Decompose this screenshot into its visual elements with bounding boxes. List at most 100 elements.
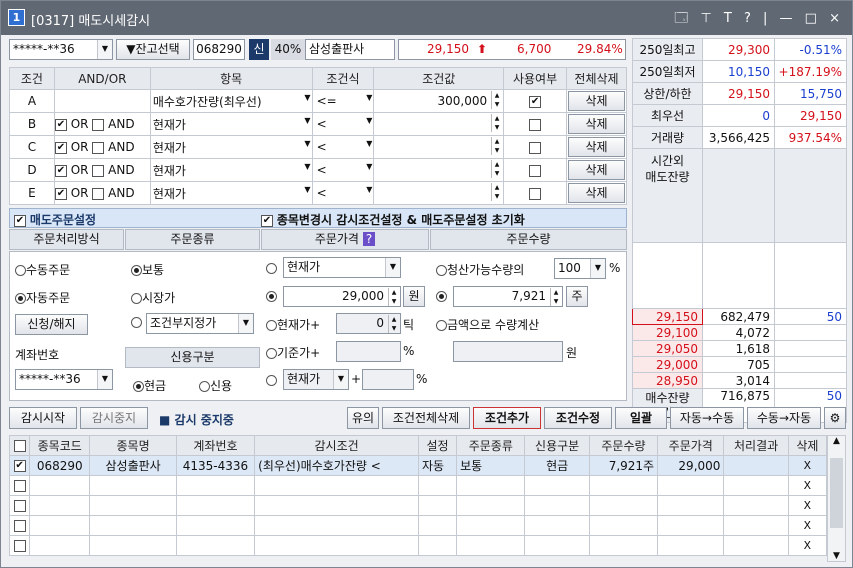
or-checkbox[interactable]: ✔ OR (55, 140, 89, 154)
spinner-icon[interactable]: ▲ ▼ (491, 183, 502, 201)
row-checkbox[interactable]: ✔ (8, 455, 31, 476)
spinner-icon[interactable]: ▲ ▼ (491, 91, 502, 109)
delete-condition-button[interactable]: 삭제 (568, 137, 625, 157)
and-checkbox[interactable]: AND (92, 186, 135, 200)
row-checkbox[interactable] (8, 515, 31, 536)
use-checkbox[interactable] (503, 158, 568, 182)
row-checkbox[interactable] (8, 535, 31, 556)
item-select[interactable]: 현재가 ▼ (149, 158, 313, 182)
delete-condition-button[interactable]: 삭제 (568, 183, 625, 203)
list-row[interactable]: X (8, 495, 828, 516)
account-select[interactable]: *****-**36 ▼ (9, 39, 113, 60)
condition-value-input[interactable]: ▲ ▼ (373, 135, 505, 159)
scroll-thumb[interactable] (830, 458, 843, 528)
qty-radio[interactable] (436, 289, 447, 303)
and-checkbox[interactable]: AND (92, 163, 135, 177)
operator-select[interactable]: < ▼ (311, 158, 375, 182)
operator-select[interactable]: < ▼ (311, 112, 375, 136)
condition-value-input[interactable]: ▲ ▼ (373, 181, 505, 205)
apply-cancel-button[interactable]: 신청/해지 (15, 314, 88, 335)
use-checkbox[interactable]: ✔ (503, 89, 568, 113)
use-checkbox[interactable] (503, 135, 568, 159)
or-checkbox[interactable]: ✔ OR (55, 163, 89, 177)
orderbook-row[interactable]: 29,000 705 (632, 356, 847, 373)
order-qty-input[interactable]: 7,921 ▲ ▼ (453, 286, 563, 307)
window-controls[interactable]: 🗔 ⊤ T ? | — □ × (674, 9, 844, 31)
base-plus-radio[interactable]: 기준가+ (266, 344, 320, 361)
operator-select[interactable]: < ▼ (311, 135, 375, 159)
chevron-down-icon[interactable]: ▼ (828, 551, 845, 561)
spinner-icon[interactable]: ▲ ▼ (388, 315, 399, 333)
conditional-select[interactable]: 조건부지정가 ▼ (146, 313, 254, 334)
order-price-input[interactable]: 29,000 ▲ ▼ (283, 286, 401, 307)
won-unit-button[interactable]: 원 (403, 286, 425, 307)
plus-input[interactable] (362, 369, 414, 390)
add-condition-button[interactable]: 조건추가 (473, 407, 541, 429)
price-opt5-select[interactable]: 현재가 ▼ (283, 369, 349, 390)
row-checkbox[interactable] (8, 495, 31, 516)
caution-button[interactable]: 유의 (347, 407, 379, 429)
condition-value-input[interactable]: ▲ ▼ (373, 112, 505, 136)
chevron-up-icon[interactable]: ▲ (828, 436, 845, 446)
condition-value-input[interactable]: ▲ ▼ (373, 158, 505, 182)
list-scrollbar[interactable]: ▲ ▼ (827, 435, 846, 562)
row-checkbox[interactable] (8, 475, 31, 496)
use-checkbox[interactable] (503, 181, 568, 205)
operator-select[interactable]: < ▼ (311, 181, 375, 205)
price-opt2-radio[interactable] (266, 289, 277, 303)
or-checkbox[interactable]: ✔ OR (55, 186, 89, 200)
delete-condition-button[interactable]: 삭제 (568, 160, 625, 180)
base-plus-input[interactable] (336, 341, 401, 362)
cash-radio[interactable]: 현금 (133, 377, 166, 394)
or-checkbox[interactable]: ✔ OR (55, 117, 89, 131)
list-row[interactable]: X (8, 515, 828, 536)
orderbook-row[interactable]: 29,100 4,072 (632, 324, 847, 341)
orderbook-row[interactable]: 29,150 682,479 50 (632, 308, 847, 325)
reset-checkbox[interactable]: ✔ 종목변경시 감시조건설정 & 매도주문설정 초기화 (261, 211, 525, 228)
spinner-icon[interactable]: ▲ ▼ (388, 288, 399, 306)
spinner-icon[interactable]: ▲ ▼ (491, 160, 502, 178)
balance-select-button[interactable]: ▼잔고선택 (116, 39, 190, 60)
delete-row-button[interactable]: X (787, 455, 828, 476)
conditional-radio[interactable] (131, 315, 142, 329)
operator-select[interactable]: <= ▼ (311, 89, 375, 113)
qty-unit-button[interactable]: 주 (566, 286, 588, 307)
auto-order-radio[interactable]: 자동주문 (15, 289, 70, 306)
amount-input[interactable] (453, 341, 563, 362)
account-select-2[interactable]: *****-**36 ▼ (15, 369, 113, 390)
tick-input[interactable]: 0 ▲ ▼ (336, 313, 401, 334)
stop-monitor-button[interactable]: 감시중지 (80, 407, 148, 429)
delete-row-button[interactable]: X (787, 475, 828, 496)
spinner-icon[interactable]: ▲ ▼ (491, 137, 502, 155)
credit-radio[interactable]: 신용 (199, 377, 232, 394)
spinner-icon[interactable]: ▲ ▼ (491, 114, 502, 132)
manual-order-radio[interactable]: 수동주문 (15, 261, 70, 278)
gear-icon[interactable]: ⚙ (824, 407, 846, 429)
modify-condition-button[interactable]: 조건수정 (544, 407, 612, 429)
price-opt5-radio[interactable] (266, 373, 277, 387)
auto-to-manual-button[interactable]: 자동→수동 (670, 407, 744, 429)
delete-row-button[interactable]: X (787, 535, 828, 556)
normal-order-radio[interactable]: 보통 (131, 261, 164, 278)
delete-row-button[interactable]: X (787, 495, 828, 516)
and-checkbox[interactable]: AND (92, 140, 135, 154)
item-select[interactable]: 현재가 ▼ (149, 112, 313, 136)
sell-setting-checkbox[interactable]: ✔ 매도주문설정 (14, 211, 96, 228)
cur-plus-radio[interactable]: 현재가+ (266, 316, 320, 333)
batch-button[interactable]: 일괄 (615, 407, 667, 429)
item-select[interactable]: 현재가 ▼ (149, 135, 313, 159)
list-row[interactable]: X (8, 475, 828, 496)
delete-all-header[interactable]: 전체삭제 (566, 67, 627, 90)
condition-value-input[interactable]: 300,000 ▲ ▼ (373, 89, 505, 113)
market-order-radio[interactable]: 시장가 (131, 289, 175, 306)
select-all-checkbox[interactable] (8, 435, 31, 456)
list-row[interactable]: ✔ 068290 삼성출판사 4135-4336 (최우선)매수호가잔량 < 자동 보통 현금… (8, 455, 828, 476)
delete-condition-button[interactable]: 삭제 (568, 114, 625, 134)
delete-all-conditions-button[interactable]: 조건전체삭제 (382, 407, 470, 429)
item-select[interactable]: 매수호가잔량(최우선) ▼ (149, 89, 313, 113)
delete-condition-button[interactable]: 삭제 (568, 91, 625, 111)
start-monitor-button[interactable]: 감시시작 (9, 407, 77, 429)
price-type-select[interactable]: 현재가 ▼ (283, 257, 401, 278)
stock-code-field[interactable]: 068290 (193, 39, 245, 60)
orderbook-row[interactable]: 28,950 3,014 (632, 372, 847, 389)
